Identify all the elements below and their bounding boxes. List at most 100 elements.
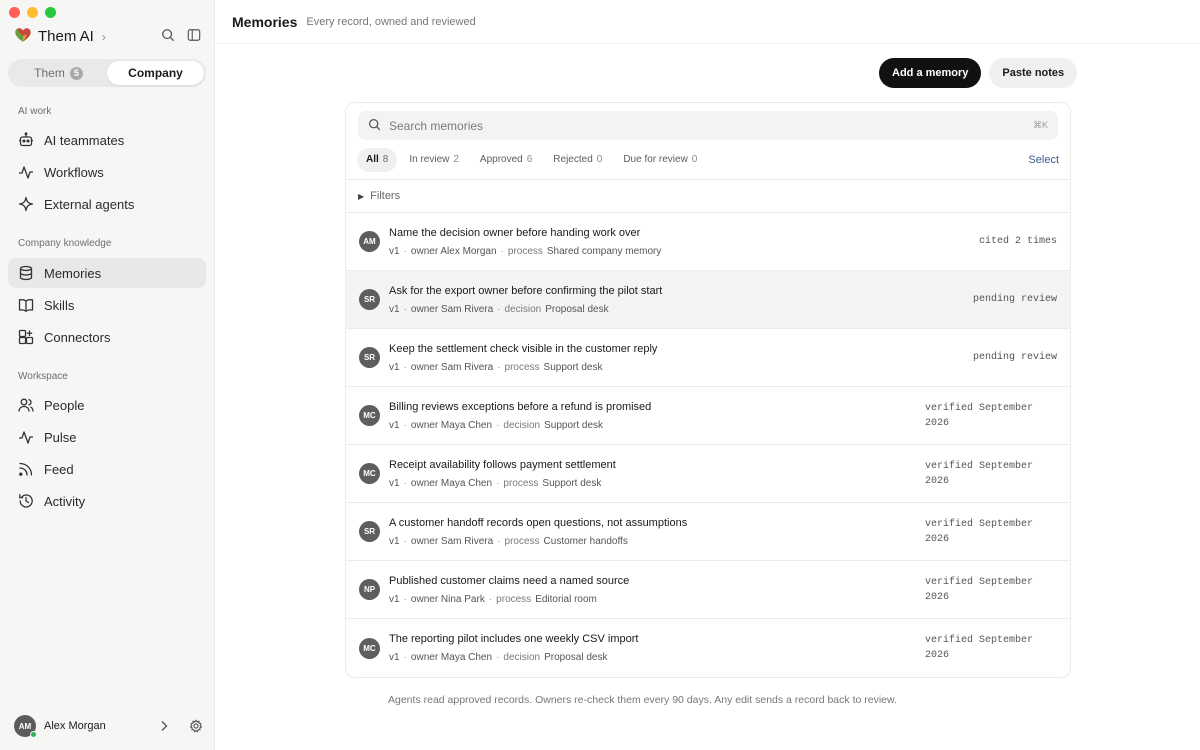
memory-row[interactable]: AM Name the decision owner before handin… <box>346 213 1070 271</box>
rss-icon <box>17 461 34 478</box>
memory-title: Keep the settlement check visible in the… <box>389 342 658 355</box>
search-input[interactable] <box>389 118 1025 133</box>
memory-title: The reporting pilot includes one weekly … <box>389 633 639 645</box>
tab-count: 0 <box>596 154 603 165</box>
memory-status: verified September 2026 <box>925 460 1034 487</box>
memory-row[interactable]: MC The reporting pilot includes one week… <box>346 619 1070 677</box>
sidebar-item-workflows[interactable]: Workflows <box>8 157 206 187</box>
memory-title: Receipt availability follows payment set… <box>389 458 616 471</box>
sidebar-item-feed[interactable]: Feed <box>8 454 206 484</box>
scope-tab-them[interactable]: Them 5 <box>10 61 107 85</box>
memory-row-body: Name the decision owner before handing w… <box>389 227 923 257</box>
chevron-right-icon: › <box>101 29 106 44</box>
memory-place: Proposal desk <box>545 303 609 315</box>
status-tabs: All 8 In review 2 Approved 6 Rejected 0 … <box>346 140 1070 180</box>
memory-row[interactable]: SR Keep the settlement check visible in … <box>346 329 1070 387</box>
gear-icon[interactable] <box>188 718 204 734</box>
sidebar-item-activity[interactable]: Activity <box>8 486 206 516</box>
memory-meta: v1 · owner Sam Rivera · process Customer h… <box>389 536 923 547</box>
sparkle-icon <box>17 196 34 213</box>
avatar: AM <box>359 231 380 252</box>
search-icon <box>368 118 381 134</box>
sidebar-item-label: Workflows <box>44 164 104 180</box>
sidebar: Them AI › Them 5 Company AI work AI team… <box>0 0 215 750</box>
memory-row[interactable]: SR A customer handoff records open quest… <box>346 503 1070 561</box>
memory-version: v1 <box>389 593 400 605</box>
tab-due-for-review[interactable]: Due for review 0 <box>614 148 706 172</box>
avatar: NP <box>359 579 380 600</box>
memory-place: Support desk <box>543 361 603 373</box>
maximize-window-button[interactable] <box>45 7 56 18</box>
scope-tab-company[interactable]: Company <box>107 61 204 85</box>
memory-status: verified September 2026 <box>925 402 1034 429</box>
meta-separator: · <box>497 361 501 373</box>
tab-label: Due for review <box>623 154 688 165</box>
memory-row[interactable]: NP Published customer claims need a name… <box>346 561 1070 619</box>
memory-kind: decision <box>503 419 541 431</box>
grid-plus-icon <box>17 329 34 346</box>
memory-title: Published customer claims need a named s… <box>389 574 630 587</box>
app-window: Them AI › Them 5 Company AI work AI team… <box>0 0 1200 750</box>
sidebar-item-memories[interactable]: Memories <box>8 258 206 288</box>
pulse-icon <box>17 164 34 181</box>
search-icon[interactable] <box>160 27 176 43</box>
tab-in-review[interactable]: In review 2 <box>400 148 468 172</box>
meta-separator: · <box>403 593 407 605</box>
pulse-icon <box>17 429 34 446</box>
memory-title: Name the decision owner before handing w… <box>389 226 641 239</box>
memory-version: v1 <box>389 652 400 663</box>
memory-meta: v1 · owner Maya Chen · decision Support de… <box>389 420 923 431</box>
section-label-workspace: Workspace <box>18 371 68 382</box>
sidebar-item-label: Connectors <box>44 329 111 345</box>
sidebar-item-pulse[interactable]: Pulse <box>8 422 206 452</box>
select-button[interactable]: Select <box>1028 154 1059 166</box>
paste-notes-button[interactable]: Paste notes <box>989 58 1078 88</box>
tab-rejected[interactable]: Rejected 0 <box>544 148 611 172</box>
workspace-switcher[interactable]: Them AI › <box>14 26 106 47</box>
meta-separator: · <box>403 535 407 547</box>
avatar: SR <box>359 347 380 368</box>
memory-row[interactable]: MC Receipt availability follows payment … <box>346 445 1070 503</box>
window-controls <box>9 7 56 18</box>
minimize-window-button[interactable] <box>27 7 38 18</box>
chevron-right-icon[interactable] <box>156 718 172 734</box>
people-icon <box>17 397 34 414</box>
memory-kind: process <box>504 535 540 547</box>
filters-toggle[interactable]: ▶ Filters <box>346 180 1070 213</box>
meta-separator: · <box>403 361 407 373</box>
sidebar-item-label: Skills <box>44 297 75 313</box>
sidebar-toggle-icon[interactable] <box>186 27 202 43</box>
memory-status: pending review <box>972 352 1057 363</box>
memory-row[interactable]: SR Ask for the export owner before confi… <box>346 271 1070 329</box>
user-profile[interactable]: AM Alex Morgan <box>14 714 204 738</box>
memory-meta: v1 · owner Sam Rivera · process Support de… <box>389 362 923 373</box>
memory-meta: v1 · owner Nina Park · process Editorial r… <box>389 594 923 605</box>
add-memory-button[interactable]: Add a memory <box>879 58 982 88</box>
close-window-button[interactable] <box>9 7 20 18</box>
memory-title: Ask for the export owner before confirmi… <box>389 284 663 297</box>
avatar: MC <box>359 637 380 659</box>
tab-all[interactable]: All 8 <box>357 147 398 172</box>
memory-meta: v1 · owner Sam Rivera · decision Proposal … <box>389 304 923 315</box>
tab-count: 2 <box>453 154 459 165</box>
meta-separator: · <box>496 419 500 431</box>
sidebar-item-connectors[interactable]: Connectors <box>8 322 206 352</box>
memory-row[interactable]: MC Billing reviews exceptions before a r… <box>346 387 1070 445</box>
memory-kind: decision <box>503 652 541 663</box>
avatar-initials: AM <box>18 721 32 731</box>
sidebar-item-label: AI teammates <box>44 132 125 148</box>
memory-place: Customer handoffs <box>543 535 628 547</box>
main-content: Memories Every record, owned and reviewe… <box>215 0 1200 750</box>
sidebar-item-label: Pulse <box>44 429 77 445</box>
page-title: Memories <box>232 13 298 30</box>
keyboard-shortcut: ⌘K <box>1032 120 1048 130</box>
page-actions: Add a memory Paste notes <box>879 58 1078 88</box>
memory-list: AM Name the decision owner before handin… <box>346 213 1070 677</box>
sidebar-item-external-agents[interactable]: External agents <box>8 189 206 219</box>
tab-approved[interactable]: Approved 6 <box>471 148 541 172</box>
sidebar-item-label: Feed <box>44 461 74 477</box>
sidebar-item-skills[interactable]: Skills <box>8 290 206 320</box>
sidebar-item-ai-teammates[interactable]: AI teammates <box>8 125 206 155</box>
tab-label: Approved <box>479 154 523 165</box>
sidebar-item-people[interactable]: People <box>8 390 206 420</box>
